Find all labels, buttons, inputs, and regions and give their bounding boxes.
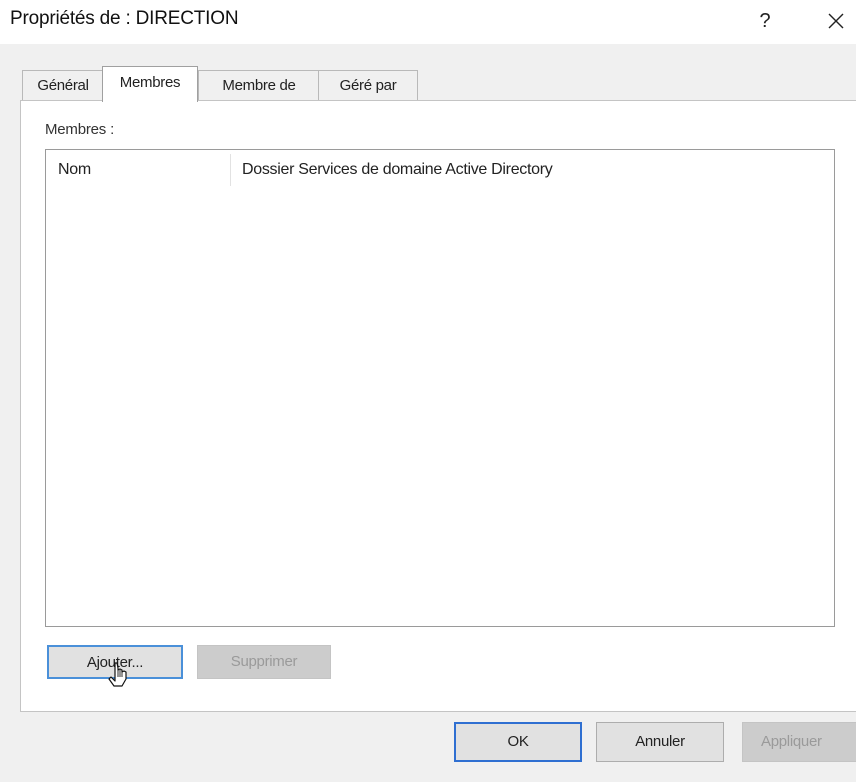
column-header-nom[interactable]: Nom — [58, 150, 91, 190]
cancel-button[interactable]: Annuler — [596, 722, 724, 762]
close-icon — [828, 13, 844, 29]
members-list[interactable]: Nom Dossier Services de domaine Active D… — [45, 149, 835, 627]
tab-general[interactable]: Général — [22, 70, 104, 100]
title-bar[interactable]: Propriétés de : DIRECTION ? — [0, 0, 856, 44]
tab-membre-de[interactable]: Membre de — [198, 70, 320, 100]
window-title: Propriétés de : DIRECTION — [10, 8, 239, 29]
members-label: Membres : — [45, 121, 115, 138]
column-header-dossier[interactable]: Dossier Services de domaine Active Direc… — [242, 150, 553, 190]
apply-button[interactable]: Appliquer — [742, 722, 856, 762]
column-separator[interactable] — [230, 154, 231, 186]
help-button[interactable]: ? — [748, 4, 782, 38]
ok-button[interactable]: OK — [454, 722, 582, 762]
tab-gere-par[interactable]: Géré par — [318, 70, 418, 100]
mouse-cursor-icon — [108, 662, 127, 687]
close-button[interactable] — [816, 4, 856, 38]
tab-membres[interactable]: Membres — [102, 66, 198, 102]
remove-button[interactable]: Supprimer — [197, 645, 331, 679]
tab-page-membres: Membres : Nom Dossier Services de domain… — [20, 100, 856, 712]
properties-dialog: Propriétés de : DIRECTION ? Général Memb… — [0, 0, 856, 782]
